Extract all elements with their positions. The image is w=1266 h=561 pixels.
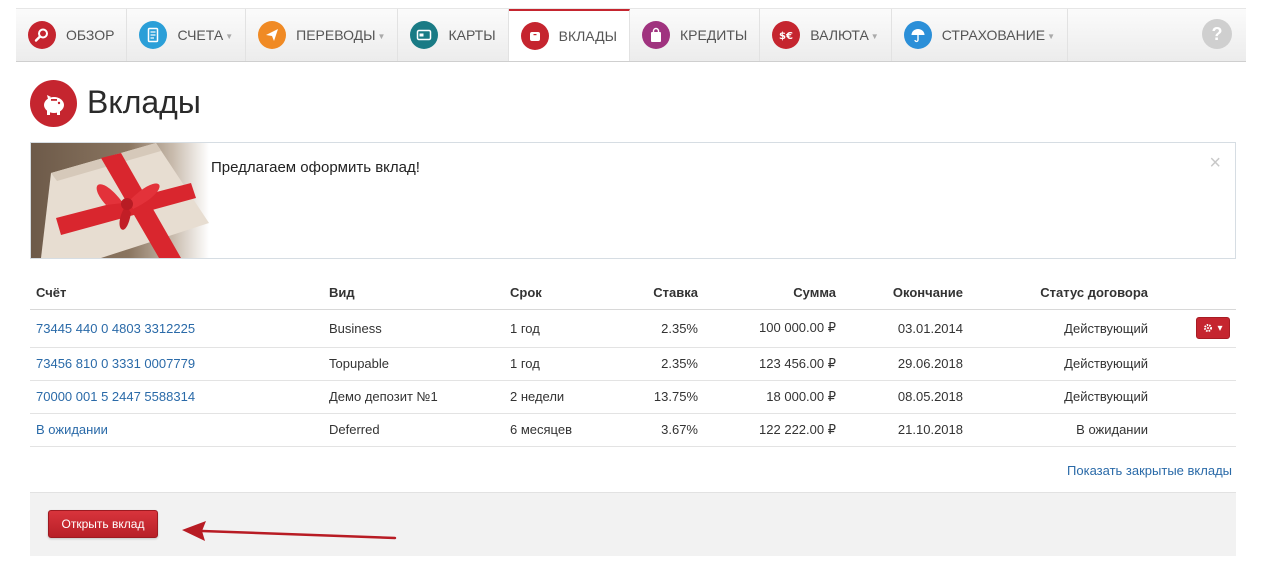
cell-type: Topupable xyxy=(323,347,504,381)
header-actions xyxy=(1154,276,1236,310)
cell-type: Демо депозит №1 xyxy=(323,380,504,414)
gift-box-image xyxy=(31,143,209,258)
cell-term: 6 месяцев xyxy=(504,413,604,447)
cell-term: 2 недели xyxy=(504,380,604,414)
nav-label: Карты xyxy=(448,27,496,43)
deposits-table: Счёт Вид Срок Ставка Сумма Окончание Ста… xyxy=(30,276,1236,447)
cell-amount: 18 000.00 ₽ xyxy=(704,380,842,414)
header-type: Вид xyxy=(323,276,504,310)
close-icon[interactable]: × xyxy=(1209,153,1221,173)
nav-label: Счета xyxy=(177,27,224,43)
cell-term: 1 год xyxy=(504,347,604,381)
piggy-bank-icon xyxy=(30,80,77,127)
row-actions-button[interactable]: ▾ xyxy=(1196,317,1230,339)
cell-status: Действующий xyxy=(969,309,1154,348)
table-row[interactable]: 73445 440 0 4803 3312225 Business 1 год … xyxy=(30,309,1236,348)
cell-type: Deferred xyxy=(323,413,504,447)
piggy-bank-icon xyxy=(520,22,549,50)
currency-icon: $€ xyxy=(772,21,801,49)
umbrella-icon xyxy=(903,21,932,49)
cell-rate: 2.35% xyxy=(604,347,704,381)
account-link[interactable]: 73445 440 0 4803 3312225 xyxy=(36,321,195,336)
cell-term: 1 год xyxy=(504,309,604,348)
chevron-down-icon: ▾ xyxy=(1217,322,1223,334)
document-icon xyxy=(139,21,168,49)
cell-status: Действующий xyxy=(969,380,1154,414)
cell-end: 29.06.2018 xyxy=(842,347,969,381)
cell-rate: 2.35% xyxy=(604,309,704,348)
search-icon xyxy=(28,21,56,49)
cell-status: В ожидании xyxy=(969,413,1154,447)
nav-item-currency[interactable]: $€ Валюта ▼ xyxy=(760,9,892,61)
header-end: Окончание xyxy=(842,276,969,310)
nav-label: Кредиты xyxy=(679,27,748,43)
page-title: Вклады xyxy=(87,84,201,120)
account-link[interactable]: 70000 001 5 2447 5588314 xyxy=(36,389,195,404)
svg-text:$€: $€ xyxy=(779,31,793,42)
header-amount: Сумма xyxy=(704,276,842,310)
header-account: Счёт xyxy=(30,276,323,310)
cell-amount: 122 222.00 ₽ xyxy=(704,413,842,447)
table-row[interactable]: 73456 810 0 3331 0007779 Topupable 1 год… xyxy=(30,347,1236,381)
account-link[interactable]: В ожидании xyxy=(36,422,108,437)
promo-banner: Предлагаем оформить вклад! × xyxy=(30,142,1236,259)
cell-amount: 123 456.00 ₽ xyxy=(704,347,842,381)
nav-item-deposits[interactable]: Вклады xyxy=(508,9,630,61)
cell-type: Business xyxy=(323,309,504,348)
chevron-down-icon: ▼ xyxy=(1047,31,1056,41)
bag-icon xyxy=(641,21,670,49)
table-header-row: Счёт Вид Срок Ставка Сумма Окончание Ста… xyxy=(30,276,1236,310)
nav-item-insurance[interactable]: Страхование ▼ xyxy=(892,9,1069,61)
cell-rate: 3.67% xyxy=(604,413,704,447)
open-deposit-button[interactable]: Открыть вклад xyxy=(48,510,158,538)
nav-label: Обзор xyxy=(66,27,115,43)
cell-amount: 100 000.00 ₽ xyxy=(704,309,842,348)
chevron-down-icon: ▼ xyxy=(377,31,386,41)
promo-text: Предлагаем оформить вклад! xyxy=(211,159,420,176)
cell-status: Действующий xyxy=(969,347,1154,381)
cell-end: 03.01.2014 xyxy=(842,309,969,348)
nav-item-overview[interactable]: Обзор xyxy=(16,9,128,61)
cell-end: 08.05.2018 xyxy=(842,380,969,414)
cell-end: 21.10.2018 xyxy=(842,413,969,447)
gear-icon xyxy=(1204,324,1213,332)
main-navbar: Обзор Счета ▼ Переводы ▼ Карты Вклады Кр… xyxy=(16,8,1246,62)
show-closed-deposits-link[interactable]: Показать закрытые вклады xyxy=(1067,463,1232,478)
nav-label: Вклады xyxy=(558,28,617,44)
nav-item-transfers[interactable]: Переводы ▼ xyxy=(246,9,399,61)
header-term: Срок xyxy=(504,276,604,310)
card-icon xyxy=(410,21,439,49)
paper-plane-icon xyxy=(258,21,287,49)
chevron-down-icon: ▼ xyxy=(870,31,879,41)
nav-item-accounts[interactable]: Счета ▼ xyxy=(127,9,247,61)
nav-label: Страхование xyxy=(941,27,1046,43)
table-row[interactable]: В ожидании Deferred 6 месяцев 3.67% 122 … xyxy=(30,413,1236,447)
table-row[interactable]: 70000 001 5 2447 5588314 Демо депозит №1… xyxy=(30,380,1236,414)
help-button[interactable]: ? xyxy=(1202,19,1232,49)
account-link[interactable]: 73456 810 0 3331 0007779 xyxy=(36,356,195,371)
nav-label: Переводы xyxy=(296,27,376,43)
header-status: Статус договора xyxy=(969,276,1154,310)
arrow-annotation-icon xyxy=(182,521,397,541)
header-rate: Ставка xyxy=(604,276,704,310)
nav-item-credits[interactable]: Кредиты xyxy=(630,9,761,61)
cell-rate: 13.75% xyxy=(604,380,704,414)
nav-label: Валюта xyxy=(810,27,869,43)
chevron-down-icon: ▼ xyxy=(225,31,234,41)
nav-item-cards[interactable]: Карты xyxy=(398,9,509,61)
